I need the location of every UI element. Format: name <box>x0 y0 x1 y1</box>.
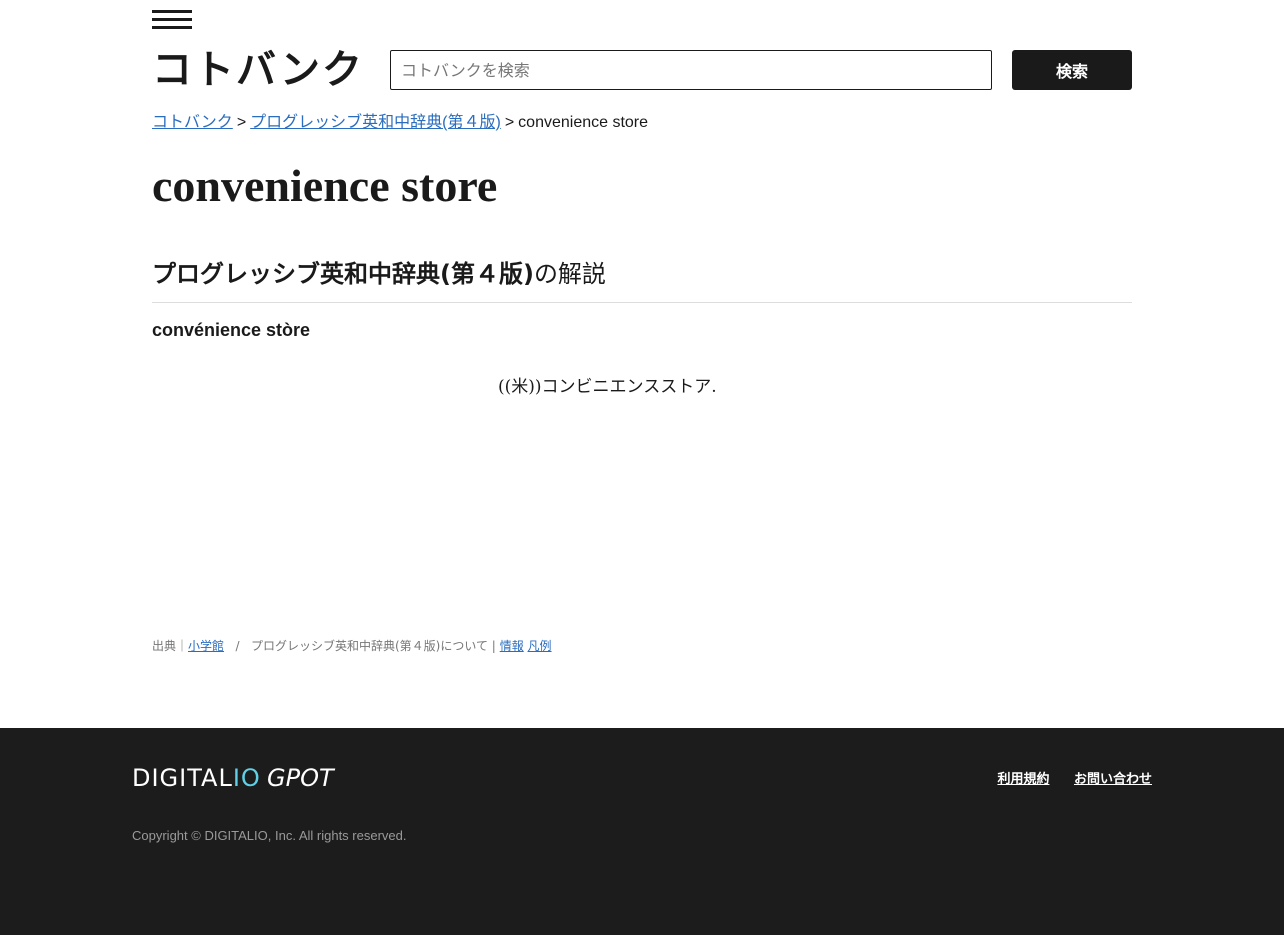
digitalio-logo-accent: IO <box>232 764 261 792</box>
source-divider: / <box>235 639 240 653</box>
search-input[interactable] <box>390 50 992 90</box>
source-line: 出典｜小学館 / プログレッシブ英和中辞典(第４版)について | 情報 凡例 <box>152 637 552 654</box>
site-logo[interactable]: コトバンク <box>152 48 364 92</box>
copyright-text: Copyright © DIGITALIO, Inc. All rights r… <box>132 828 407 843</box>
breadcrumb: コトバンク > プログレッシブ英和中辞典(第４版) > convenience stor… <box>152 108 648 132</box>
search-button[interactable]: 検索 <box>1012 50 1132 90</box>
headword: convénience stòre <box>152 320 311 340</box>
legend-link[interactable]: 凡例 <box>528 639 552 653</box>
info-link[interactable]: 情報 <box>500 639 524 653</box>
section-dictionary-name: プログレッシブ英和中辞典(第４版) <box>152 260 534 288</box>
footer-links: 利用規約 お問い合わせ <box>977 768 1152 787</box>
breadcrumb-home-link[interactable]: コトバンク <box>152 114 233 131</box>
breadcrumb-dictionary-link[interactable]: プログレッシブ英和中辞典(第４版) <box>250 114 501 131</box>
breadcrumb-separator: > <box>504 114 515 131</box>
section-heading: プログレッシブ英和中辞典(第４版)の解説 <box>152 254 1132 303</box>
contact-link[interactable]: お問い合わせ <box>1074 772 1152 787</box>
gpot-logo[interactable]: GPOT <box>267 764 334 792</box>
source-prefix: 出典｜ <box>152 639 189 653</box>
terms-link[interactable]: 利用規約 <box>997 772 1049 787</box>
source-about: プログレッシブ英和中辞典(第４版)について | <box>250 639 496 653</box>
publisher-link[interactable]: 小学館 <box>188 639 224 653</box>
page-title: convenience store <box>152 160 498 211</box>
footer: DIGITALIO GPOT 利用規約 お問い合わせ Copyright © D… <box>0 728 1284 935</box>
hamburger-menu-icon[interactable] <box>152 10 192 30</box>
digitalio-logo[interactable]: DIGITALIO <box>132 764 261 792</box>
breadcrumb-current: convenience store <box>518 114 649 131</box>
breadcrumb-separator: > <box>236 114 247 131</box>
digitalio-logo-main: DIGITAL <box>132 764 233 792</box>
definition-text: ((米))コンビニエンスストア. <box>498 377 717 397</box>
section-suffix: の解説 <box>533 260 606 288</box>
